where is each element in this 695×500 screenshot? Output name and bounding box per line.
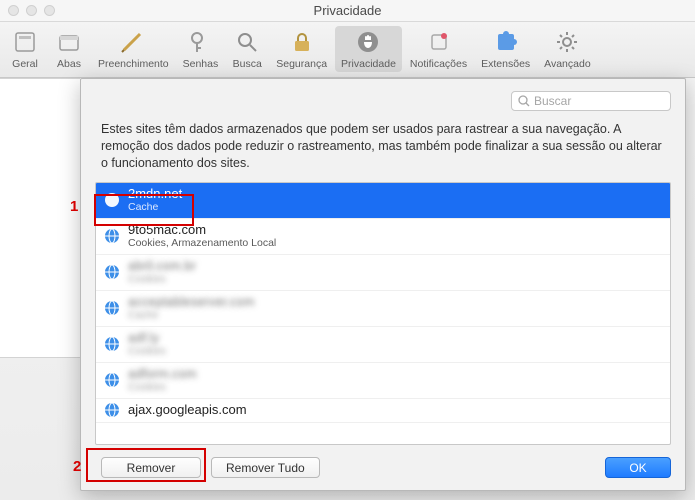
tab-avancado[interactable]: Avançado (538, 26, 597, 72)
lock-icon (288, 28, 316, 56)
general-icon (11, 28, 39, 56)
hand-icon (354, 28, 382, 56)
puzzle-icon (492, 28, 520, 56)
search-input[interactable]: Buscar (511, 91, 671, 111)
description-text: Estes sites têm dados armazenados que po… (101, 121, 665, 172)
key-icon (186, 28, 214, 56)
tab-privacidade[interactable]: Privacidade (335, 26, 402, 72)
background-panel (0, 78, 80, 358)
website-data-sheet: Buscar Estes sites têm dados armazenados… (80, 78, 686, 491)
close-icon[interactable] (8, 5, 19, 16)
globe-icon (104, 300, 120, 316)
bell-icon (425, 28, 453, 56)
search-icon (518, 95, 530, 107)
preferences-window: Privacidade Geral Abas Preenchimento Sen… (0, 0, 695, 500)
tab-busca[interactable]: Busca (226, 26, 268, 72)
search-icon (233, 28, 261, 56)
tab-extensoes[interactable]: Extensões (475, 26, 536, 72)
tab-senhas[interactable]: Senhas (177, 26, 225, 72)
tab-seguranca[interactable]: Segurança (270, 26, 333, 72)
globe-icon (104, 228, 120, 244)
annotation-box-1 (94, 194, 194, 226)
annotation-step-1: 1 (70, 198, 78, 215)
annotation-box-2 (86, 448, 206, 482)
list-item[interactable]: adf.ly Cookies (96, 327, 670, 363)
tab-notificacoes[interactable]: Notificações (404, 26, 473, 72)
tabs-icon (55, 28, 83, 56)
autofill-icon (119, 28, 147, 56)
globe-icon (104, 336, 120, 352)
list-item[interactable]: acceptableserver.com Cache (96, 291, 670, 327)
zoom-icon[interactable] (44, 5, 55, 16)
globe-icon (104, 372, 120, 388)
minimize-icon[interactable] (26, 5, 37, 16)
prefs-toolbar: Geral Abas Preenchimento Senhas Busca (0, 22, 695, 78)
list-item[interactable]: adform.com Cookies (96, 363, 670, 399)
globe-icon (104, 402, 120, 418)
remove-all-button[interactable]: Remover Tudo (211, 457, 320, 478)
tab-abas[interactable]: Abas (48, 26, 90, 72)
titlebar: Privacidade (0, 0, 695, 22)
gear-icon (553, 28, 581, 56)
window-title: Privacidade (314, 3, 382, 18)
annotation-step-2: 2 (73, 458, 81, 475)
tab-general[interactable]: Geral (4, 26, 46, 72)
ok-button[interactable]: OK (605, 457, 671, 478)
tab-preenchimento[interactable]: Preenchimento (92, 26, 175, 72)
globe-icon (104, 264, 120, 280)
list-item[interactable]: abril.com.br Cookies (96, 255, 670, 291)
list-item[interactable]: ajax.googleapis.com (96, 399, 670, 423)
window-controls[interactable] (8, 5, 55, 16)
